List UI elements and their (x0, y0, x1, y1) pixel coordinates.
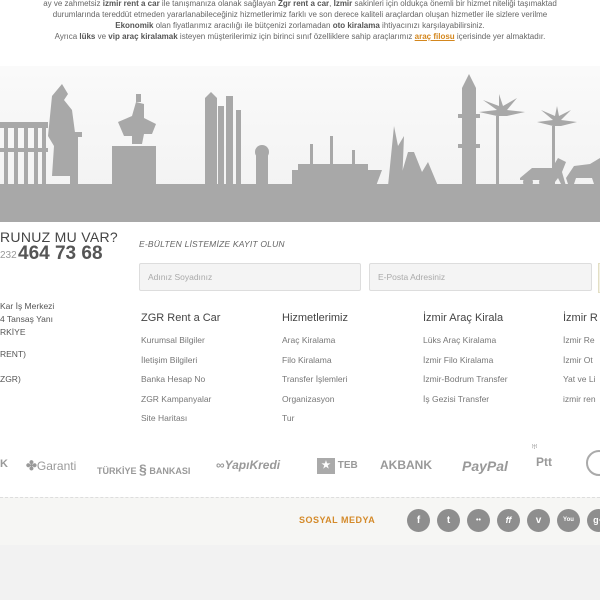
footer-link[interactable]: Banka Hesap No (141, 370, 220, 390)
address: Kar İş Merkezi 4 Tansaş Yanı RKİYE (0, 300, 54, 339)
circle-logo-icon (586, 450, 600, 476)
footer-link[interactable]: izmir ren (563, 390, 598, 410)
address-line: Kar İş Merkezi (0, 301, 55, 311)
skyline-silhouette (0, 74, 600, 222)
paypal-logo: PayPal (462, 458, 508, 474)
newsletter-email-input[interactable] (369, 263, 592, 291)
footer-link[interactable]: İzmir Re (563, 331, 598, 351)
column-title: Hizmetlerimiz (282, 312, 348, 324)
phone-number[interactable]: 464 73 68 (18, 243, 103, 265)
yapikredi-logo: ∞YapıKredi (216, 458, 281, 472)
ptt-bird-icon: ♅ (530, 439, 539, 453)
arac-filosu-link[interactable]: araç filosu (415, 32, 455, 41)
akbank-logo: AKBANK (380, 458, 432, 472)
social-media-label: SOSYAL MEDYA (299, 515, 376, 525)
isbank-logo: TÜRKİYE § BANKASI (97, 461, 191, 477)
garanti-clover-icon: ✤ (26, 458, 37, 473)
payment-logos (0, 436, 600, 492)
footer-link[interactable]: İş Gezisi Transfer (423, 390, 508, 410)
footer-link[interactable]: Araç Kiralama (282, 331, 348, 351)
column-title: İzmir Araç Kirala (423, 312, 504, 324)
twitter-icon[interactable]: t (437, 509, 460, 532)
footer-link[interactable]: İletişim Bilgileri (141, 351, 220, 371)
phone-prefix: 232 (0, 250, 17, 261)
footer-link[interactable]: Transfer İşlemleri (282, 370, 348, 390)
address-line: RKİYE (0, 327, 26, 337)
bank-logo-partial: K (0, 458, 8, 470)
footer-link[interactable]: Tur (282, 409, 348, 429)
footer-link[interactable]: Lüks Araç Kiralama (423, 331, 508, 351)
garanti-logo: ✤Garanti (26, 458, 77, 473)
footer-link[interactable]: Filo Kiralama (282, 351, 348, 371)
footer-link[interactable]: Yat ve Li (563, 370, 598, 390)
contact-info-2: ZGR) (0, 374, 21, 384)
newsletter-name-input[interactable] (139, 263, 361, 291)
intro-line-1: ay ve zahmetsiz izmir rent a car ile tan… (43, 0, 557, 8)
intro-text: ay ve zahmetsiz izmir rent a car ile tan… (0, 0, 600, 70)
footer-column-izmir-rent: İzmir R İzmir Re İzmir Ot Yat ve Li izmi… (563, 312, 598, 409)
footer-link[interactable]: Kurumsal Bilgiler (141, 331, 220, 351)
page-bottom (0, 545, 600, 600)
column-title: ZGR Rent a Car (141, 312, 221, 324)
intro-line-2: durumlarında tereddüt etmeden yararlanab… (52, 10, 548, 19)
teb-star-icon: ★ (317, 458, 335, 474)
vimeo-icon[interactable]: v (527, 509, 550, 532)
intro-line-4: Ayrıca lüks ve vip araç kiralamak isteye… (54, 32, 546, 41)
footer-column-zgr: ZGR Rent a Car Kurumsal Bilgiler İletişi… (141, 312, 220, 429)
footer-link[interactable]: İzmir Ot (563, 351, 598, 371)
flickr-icon[interactable]: •• (467, 509, 490, 532)
footer-column-services: Hizmetlerimiz Araç Kiralama Filo Kiralam… (282, 312, 348, 429)
contact-info-1: RENT) (0, 349, 26, 359)
facebook-icon[interactable]: f (407, 509, 430, 532)
bank-logo-partial-right (586, 450, 600, 481)
footer-link[interactable]: Site Haritası (141, 409, 220, 429)
footer-column-izmir-arac: İzmir Araç Kirala Lüks Araç Kiralama İzm… (423, 312, 508, 409)
izmir-skyline-illustration (0, 66, 600, 222)
friendfeed-icon[interactable]: ff (497, 509, 520, 532)
footer-link[interactable]: İzmir-Bodrum Transfer (423, 370, 508, 390)
column-title: İzmir R (563, 312, 598, 324)
intro-line-3: Ekonomik olan fiyatlarımız aracılığı ile… (115, 21, 485, 30)
footer-link[interactable]: İzmir Filo Kiralama (423, 351, 508, 371)
yapikredi-symbol-icon: ∞ (216, 458, 225, 472)
isbank-symbol-icon: § (139, 461, 147, 477)
footer-link[interactable]: Organizasyon (282, 390, 348, 410)
newsletter-title: E-BÜLTEN LİSTEMİZE KAYIT OLUN (139, 239, 285, 249)
teb-logo: ★ TEB (317, 458, 358, 474)
address-line: 4 Tansaş Yanı (0, 314, 53, 324)
youtube-icon[interactable]: You (557, 509, 580, 532)
ptt-logo: ♅ Ptt (530, 439, 552, 469)
footer-link[interactable]: ZGR Kampanyalar (141, 390, 220, 410)
